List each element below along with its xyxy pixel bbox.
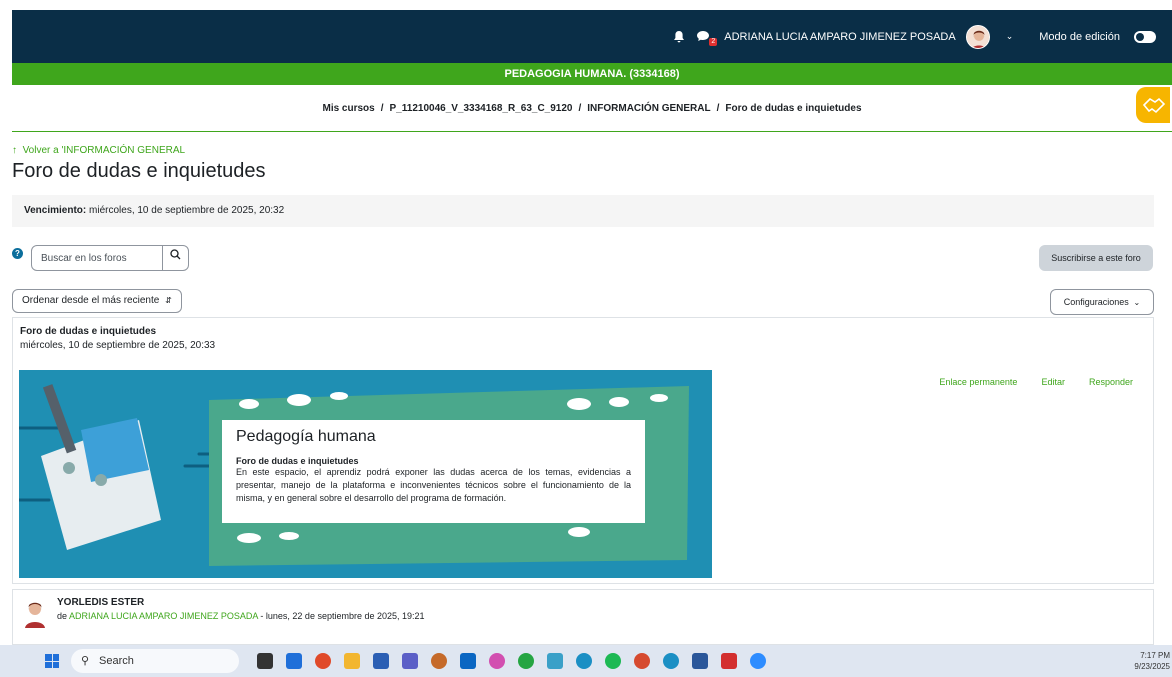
linkedin-icon[interactable] [460, 653, 476, 669]
task-view-icon[interactable] [257, 653, 273, 669]
post-banner-image: Pedagogía humana Foro de dudas e inquiet… [19, 370, 712, 578]
user-avatar[interactable] [965, 24, 990, 49]
top-navbar: 2 ADRIANA LUCIA AMPARO JIMENEZ POSADA ⌄ … [12, 10, 1172, 63]
notification-bell-icon[interactable] [672, 30, 686, 44]
post-title: Foro de dudas e inquietudes [20, 326, 157, 337]
sort-label: Ordenar desde el más reciente [22, 295, 160, 306]
reply-byline: de ADRIANA LUCIA AMPARO JIMENEZ POSADA -… [57, 611, 425, 621]
acrobat-icon[interactable] [721, 653, 737, 669]
banner-subtitle: Foro de dudas e inquietudes [236, 456, 359, 466]
breadcrumb-item-my-courses[interactable]: Mis cursos [322, 103, 374, 114]
due-label: Vencimiento: [24, 205, 87, 216]
reply-author-link[interactable]: ADRIANA LUCIA AMPARO JIMENEZ POSADA [69, 611, 258, 621]
user-name[interactable]: ADRIANA LUCIA AMPARO JIMENEZ POSADA [724, 31, 955, 43]
page-title: Foro de dudas e inquietudes [12, 160, 266, 182]
clock-time: 7:17 PM [1140, 651, 1170, 660]
clock-date: 9/23/2025 [1134, 662, 1170, 671]
whatsapp-icon[interactable] [518, 653, 534, 669]
search-icon: ⚲ [81, 655, 90, 667]
browser-alt-icon[interactable] [663, 653, 679, 669]
settings-label: Configuraciones [1063, 297, 1129, 307]
breadcrumb-item-current[interactable]: Foro de dudas e inquietudes [725, 103, 861, 114]
breadcrumb-separator: / [716, 103, 720, 114]
reply-by-prefix: de [57, 611, 70, 621]
edge-icon[interactable] [286, 653, 302, 669]
os-taskbar: ⚲ Search 7:17 PM 9/23/2025 [0, 645, 1172, 677]
breadcrumb-separator: / [578, 103, 582, 114]
arrow-up-icon: ↑ [12, 145, 17, 156]
post-actions: Enlace permanente Editar Responder [939, 377, 1133, 387]
taskbar-clock[interactable]: 7:17 PM 9/23/2025 [1134, 650, 1170, 672]
chrome-icon[interactable] [315, 653, 331, 669]
reply-date: - lunes, 22 de septiembre de 2025, 19:21 [257, 611, 425, 621]
post-date: miércoles, 10 de septiembre de 2025, 20:… [20, 340, 216, 351]
message-count-badge: 2 [709, 37, 718, 46]
back-link-label: Volver a 'INFORMACIÓN GENERAL [22, 145, 186, 156]
zoom-icon[interactable] [750, 653, 766, 669]
search-placeholder: Buscar en los foros [41, 253, 127, 264]
chevron-down-icon: ⌄ [1131, 298, 1141, 307]
reply-avatar[interactable] [22, 598, 48, 628]
banner-body: En este espacio, el aprendiz podrá expon… [236, 467, 631, 503]
navbar-user-area: 2 ADRIANA LUCIA AMPARO JIMENEZ POSADA ⌄ … [672, 10, 1156, 63]
chevron-down-icon[interactable]: ⌄ [1006, 31, 1014, 42]
course-title-bar[interactable]: PEDAGOGIA HUMANA. (3334168) [12, 63, 1172, 85]
store-icon[interactable] [373, 653, 389, 669]
teams-icon[interactable] [402, 653, 418, 669]
sort-select[interactable]: Ordenar desde el más reciente ⇵ [12, 289, 182, 313]
help-icon[interactable]: ? [12, 248, 23, 259]
file-explorer-icon[interactable] [344, 653, 360, 669]
subscribe-button[interactable]: Suscribirse a este foro [1039, 245, 1153, 271]
breadcrumb-item-course[interactable]: P_11210046_V_3334168_R_63_C_9120 [390, 103, 573, 114]
due-date-box: Vencimiento: miércoles, 10 de septiembre… [12, 195, 1154, 227]
messages-icon[interactable]: 2 [696, 30, 718, 46]
sort-arrows-icon: ⇵ [165, 296, 172, 305]
breadcrumb: Mis cursos / P_11210046_V_3334168_R_63_C_9… [12, 86, 1172, 132]
forum-search-input[interactable]: Buscar en los foros [31, 245, 189, 271]
copilot-icon[interactable] [489, 653, 505, 669]
windows-start-icon[interactable] [45, 654, 59, 668]
spotify-icon[interactable] [605, 653, 621, 669]
search-icon[interactable] [162, 246, 188, 270]
breadcrumb-item-section[interactable]: INFORMACIÓN GENERAL [587, 103, 710, 114]
edit-link[interactable]: Editar [1041, 377, 1065, 387]
edit-mode-label: Modo de edición [1039, 30, 1120, 43]
back-link[interactable]: ↑ Volver a 'INFORMACIÓN GENERAL [12, 145, 185, 156]
snipping-tool-icon[interactable] [547, 653, 563, 669]
banner-card: Pedagogía humana Foro de dudas e inquiet… [222, 420, 645, 523]
word-icon[interactable] [692, 653, 708, 669]
taskbar-search[interactable]: ⚲ Search [71, 649, 239, 673]
reply-subject: YORLEDIS ESTER [57, 597, 145, 608]
game-icon[interactable] [431, 653, 447, 669]
forum-reply: YORLEDIS ESTER de ADRIANA LUCIA AMPARO J… [12, 589, 1154, 645]
due-value: miércoles, 10 de septiembre de 2025, 20:… [86, 205, 285, 216]
banner-title: Pedagogía humana [236, 428, 376, 445]
taskbar-search-label: Search [99, 655, 134, 667]
breadcrumb-separator: / [380, 103, 384, 114]
browser-icon[interactable] [576, 653, 592, 669]
handshake-icon[interactable] [1136, 87, 1170, 123]
edit-mode-toggle[interactable] [1134, 30, 1156, 43]
chrome-profile-icon[interactable] [634, 653, 650, 669]
settings-dropdown[interactable]: Configuraciones ⌄ [1050, 289, 1154, 315]
reply-link[interactable]: Responder [1089, 377, 1133, 387]
permalink-link[interactable]: Enlace permanente [939, 377, 1017, 387]
